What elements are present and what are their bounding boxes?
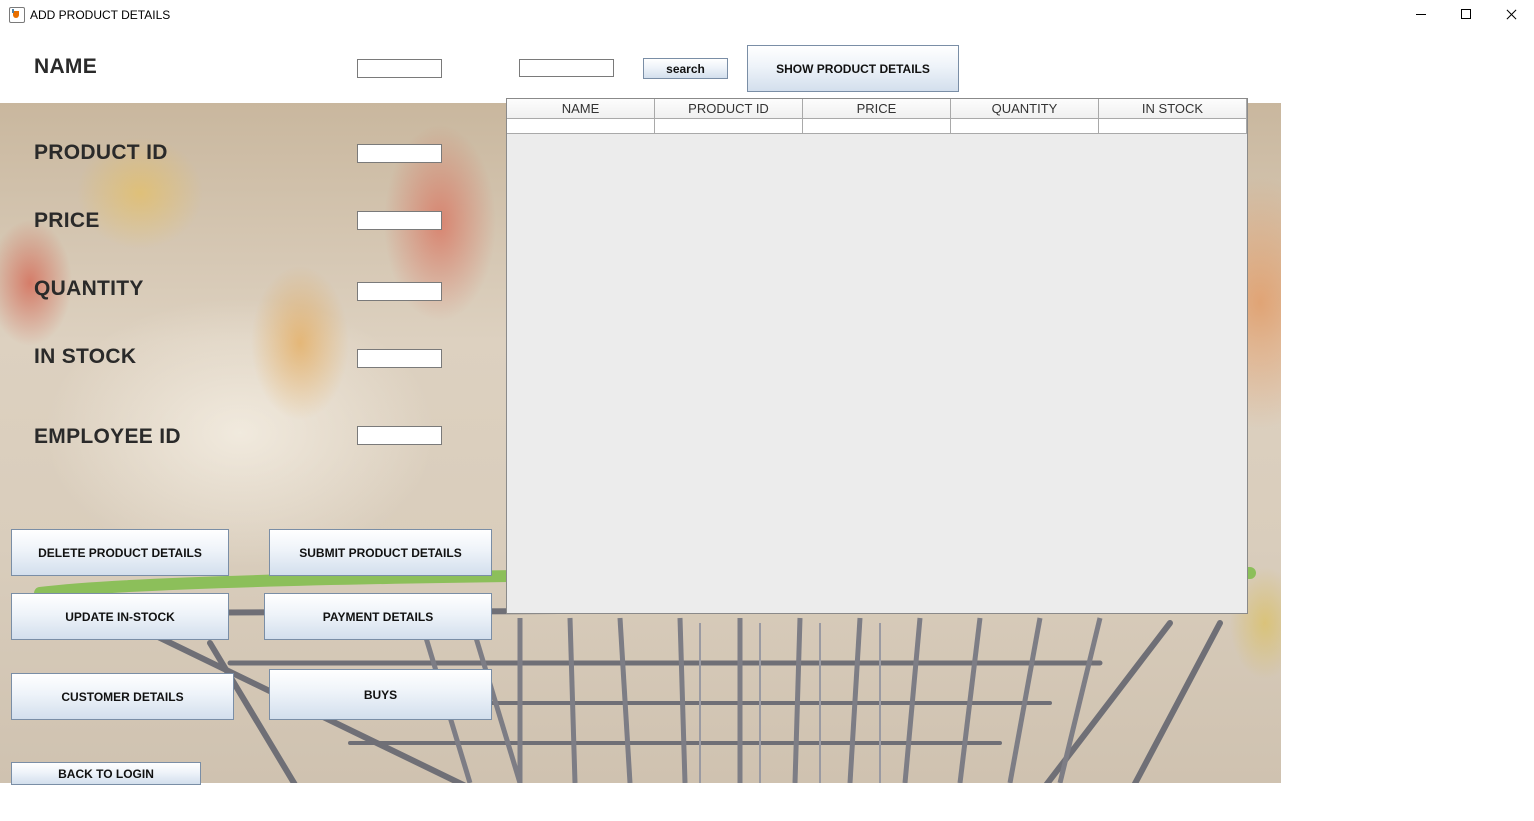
back-to-login-button[interactable]: BACK TO LOGIN	[11, 762, 201, 785]
maximize-icon[interactable]	[1444, 0, 1489, 30]
in-stock-label: IN STOCK	[34, 345, 137, 368]
search-input[interactable]	[519, 59, 614, 77]
table-header: NAME PRODUCT ID PRICE QUANTITY IN STOCK	[507, 99, 1247, 119]
search-button[interactable]: search	[643, 58, 728, 79]
delete-product-details-button[interactable]: DELETE PRODUCT DETAILS	[11, 529, 229, 576]
customer-details-button[interactable]: CUSTOMER DETAILS	[11, 673, 234, 720]
update-in-stock-button[interactable]: UPDATE IN-STOCK	[11, 593, 229, 640]
quantity-label: QUANTITY	[34, 277, 144, 300]
table-cell[interactable]	[951, 119, 1099, 134]
quantity-field[interactable]	[357, 282, 442, 301]
column-header-product-id[interactable]: PRODUCT ID	[655, 99, 803, 119]
table-cell[interactable]	[655, 119, 803, 134]
name-label: NAME	[34, 55, 98, 78]
price-field[interactable]	[357, 211, 442, 230]
column-header-quantity[interactable]: QUANTITY	[951, 99, 1099, 119]
employee-id-label: EMPLOYEE ID	[34, 425, 181, 448]
show-product-details-button[interactable]: SHOW PRODUCT DETAILS	[747, 45, 959, 92]
java-cup-icon	[9, 7, 25, 23]
table-cell[interactable]	[507, 119, 655, 134]
submit-product-details-button[interactable]: SUBMIT PRODUCT DETAILS	[269, 529, 492, 576]
product-id-field[interactable]	[357, 144, 442, 163]
minimize-icon[interactable]	[1399, 0, 1444, 30]
in-stock-field[interactable]	[357, 349, 442, 368]
product-table[interactable]: NAME PRODUCT ID PRICE QUANTITY IN STOCK	[506, 98, 1248, 614]
payment-details-button[interactable]: PAYMENT DETAILS	[264, 593, 492, 640]
window-title: ADD PRODUCT DETAILS	[30, 8, 171, 22]
column-header-in-stock[interactable]: IN STOCK	[1099, 99, 1247, 119]
name-field[interactable]	[357, 59, 442, 78]
column-header-name[interactable]: NAME	[507, 99, 655, 119]
column-header-price[interactable]: PRICE	[803, 99, 951, 119]
table-row[interactable]	[507, 119, 1247, 134]
close-icon[interactable]	[1489, 0, 1534, 30]
table-cell[interactable]	[803, 119, 951, 134]
employee-id-field[interactable]	[357, 426, 442, 445]
price-label: PRICE	[34, 209, 100, 232]
buys-button[interactable]: BUYS	[269, 669, 492, 720]
title-bar: ADD PRODUCT DETAILS	[0, 0, 1534, 30]
table-cell[interactable]	[1099, 119, 1247, 134]
product-id-label: PRODUCT ID	[34, 141, 168, 164]
